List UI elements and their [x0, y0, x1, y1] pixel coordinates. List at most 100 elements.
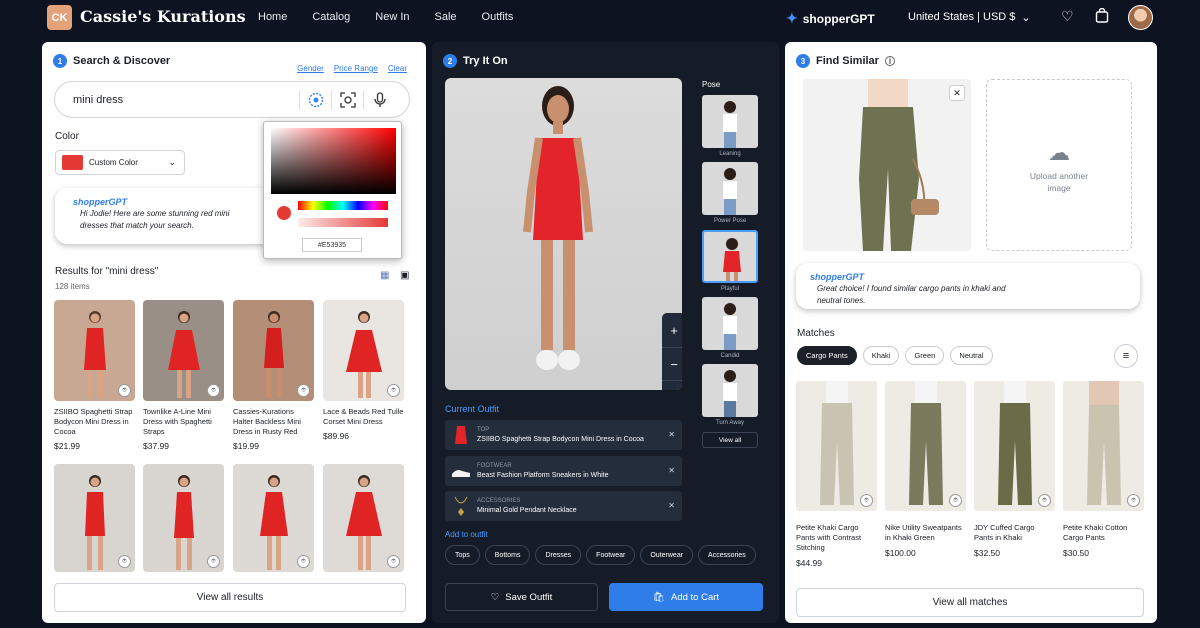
product-card[interactable]: ⌾ [323, 464, 404, 572]
try-on-preview[interactable]: + − ↻ [445, 78, 682, 390]
try-on-badge-icon[interactable]: ⌾ [118, 384, 131, 397]
hex-input[interactable]: #E53935 [302, 238, 362, 252]
product-card[interactable]: ⌾ ZSIIBO Spaghetti Strap Bodycon Mini Dr… [54, 300, 135, 451]
search-input[interactable]: mini dress [54, 81, 410, 118]
nav-home[interactable]: Home [258, 11, 287, 23]
product-card[interactable]: ⌾ Townlike A-Line Mini Dress with Spaghe… [143, 300, 224, 451]
brand-name[interactable]: Cassie's Kurations [80, 7, 246, 26]
chip-accessories[interactable]: Accessories [698, 545, 756, 565]
remove-icon[interactable]: ✕ [668, 501, 675, 510]
product-card[interactable]: ⌾ Lace & Beads Red Tulle Corset Mini Dre… [323, 300, 404, 441]
try-on-badge-icon[interactable]: ⌾ [1038, 494, 1051, 507]
product-card[interactable]: ⌾ [143, 464, 224, 572]
try-on-badge-icon[interactable]: ⌾ [387, 555, 400, 568]
match-card[interactable]: ⌾ Petite Khaki Cotton Cargo Pants $30.50 [1063, 381, 1144, 558]
try-on-badge-icon[interactable]: ⌾ [1127, 494, 1140, 507]
nav-catalog[interactable]: Catalog [312, 11, 350, 23]
product-card[interactable]: ⌾ Cassies-Kurations Halter Backless Mini… [233, 300, 314, 451]
brand-logo[interactable]: CK [47, 5, 72, 30]
try-on-badge-icon[interactable]: ⌾ [297, 555, 310, 568]
filter-green[interactable]: Green [905, 346, 945, 365]
chip-bottoms[interactable]: Bottoms [484, 545, 531, 565]
price-range-link[interactable]: Price Range [334, 64, 378, 73]
product-card[interactable]: ⌾ [54, 464, 135, 572]
match-card[interactable]: ⌾ JDY Cuffed Cargo Pants in Khaki $32.50 [974, 381, 1055, 558]
opacity-slider[interactable] [298, 218, 388, 227]
pose-thumb-playful[interactable] [702, 230, 758, 283]
color-select[interactable]: Custom Color ⌄ [55, 150, 185, 175]
chip-dresses[interactable]: Dresses [535, 545, 582, 565]
remove-icon[interactable]: ✕ [668, 466, 675, 475]
avatar[interactable] [1128, 5, 1153, 30]
visual-search-icon[interactable] [331, 90, 363, 110]
chip-footwear[interactable]: Footwear [586, 545, 636, 565]
match-card[interactable]: ⌾ Petite Khaki Cargo Pants with Contrast… [796, 381, 877, 568]
try-on-badge-icon[interactable]: ⌾ [118, 555, 131, 568]
pose-thumb-candid[interactable] [702, 297, 758, 350]
product-image[interactable]: ⌾ [1063, 381, 1144, 511]
product-image[interactable]: ⌾ [233, 300, 314, 401]
pose-thumb-power[interactable] [702, 162, 758, 215]
product-image[interactable]: ⌾ [143, 300, 224, 401]
try-on-badge-icon[interactable]: ⌾ [207, 555, 220, 568]
grid-view-icon[interactable]: ▦ [380, 270, 389, 281]
nav-new-in[interactable]: New In [375, 11, 409, 23]
try-on-badge-icon[interactable]: ⌾ [949, 494, 962, 507]
upload-text: Upload another image [1029, 171, 1089, 193]
product-price: $89.96 [323, 431, 349, 441]
filter-khaki[interactable]: Khaki [862, 346, 900, 365]
nav-outfits[interactable]: Outfits [482, 11, 514, 23]
chip-outerwear[interactable]: Outerwear [640, 545, 694, 565]
upload-image-dropzone[interactable]: ☁ Upload another image [986, 79, 1132, 251]
try-on-badge-icon[interactable]: ⌾ [387, 384, 400, 397]
try-on-badge-icon[interactable]: ⌾ [860, 494, 873, 507]
shopping-bag-icon[interactable] [1095, 7, 1109, 26]
view-all-results-button[interactable]: View all results [54, 583, 406, 612]
product-image[interactable]: ⌾ [974, 381, 1055, 511]
filter-icon[interactable]: ≡ [1114, 344, 1138, 368]
product-image[interactable]: ⌾ [885, 381, 966, 511]
shoppergpt-link[interactable]: ✦ shopperGPT [786, 10, 875, 27]
saturation-area[interactable] [271, 128, 396, 194]
color-wheel-icon[interactable] [299, 90, 331, 110]
microphone-icon[interactable] [363, 90, 395, 110]
product-image[interactable]: ⌾ [323, 464, 404, 572]
outfit-item[interactable]: TOP ZSIIBO Spaghetti Strap Bodycon Mini … [445, 420, 682, 450]
product-card[interactable]: ⌾ [233, 464, 314, 572]
info-icon[interactable]: i [884, 56, 895, 66]
add-to-cart-button[interactable]: 🛍 Add to Cart [609, 583, 763, 611]
try-on-badge-icon[interactable]: ⌾ [207, 384, 220, 397]
region-selector[interactable]: United States | USD $ ⌄ [908, 11, 1031, 24]
match-card[interactable]: ⌾ Nike Utility Sweatpants in Khaki Green… [885, 381, 966, 558]
clear-link[interactable]: Clear [388, 64, 407, 73]
remove-icon[interactable]: ✕ [668, 430, 675, 439]
product-image[interactable]: ⌾ [143, 464, 224, 572]
color-swatch [62, 155, 83, 170]
product-image[interactable]: ⌾ [323, 300, 404, 401]
outfit-item[interactable]: ACCESSORIES Minimal Gold Pendant Necklac… [445, 491, 682, 521]
view-all-poses-button[interactable]: View all [702, 432, 758, 448]
product-image[interactable]: ⌾ [233, 464, 314, 572]
zoom-in-icon[interactable]: + [662, 313, 682, 347]
product-image[interactable]: ⌾ [54, 300, 135, 401]
product-image[interactable]: ⌾ [796, 381, 877, 511]
outfit-item[interactable]: FOOTWEAR Beast Fashion Platform Sneakers… [445, 456, 682, 486]
close-icon[interactable]: ✕ [949, 85, 965, 101]
filter-neutral[interactable]: Neutral [950, 346, 993, 365]
zoom-out-icon[interactable]: − [662, 347, 682, 381]
gender-link[interactable]: Gender [297, 64, 324, 73]
large-grid-view-icon[interactable]: ▣ [400, 270, 409, 281]
product-image[interactable]: ⌾ [54, 464, 135, 572]
search-query[interactable]: mini dress [73, 94, 123, 106]
view-all-matches-button[interactable]: View all matches [796, 588, 1144, 617]
nav-sale[interactable]: Sale [435, 11, 457, 23]
filter-cargo-pants[interactable]: Cargo Pants [797, 346, 857, 365]
pose-thumb-turn-away[interactable] [702, 364, 758, 417]
chip-tops[interactable]: Tops [445, 545, 480, 565]
reset-icon[interactable]: ↻ [662, 381, 682, 390]
heart-icon[interactable]: ♡ [1061, 8, 1074, 25]
try-on-badge-icon[interactable]: ⌾ [297, 384, 310, 397]
pose-thumb-leaning[interactable] [702, 95, 758, 148]
hue-slider[interactable] [298, 201, 388, 210]
save-outfit-button[interactable]: ♡ Save Outfit [445, 583, 598, 611]
